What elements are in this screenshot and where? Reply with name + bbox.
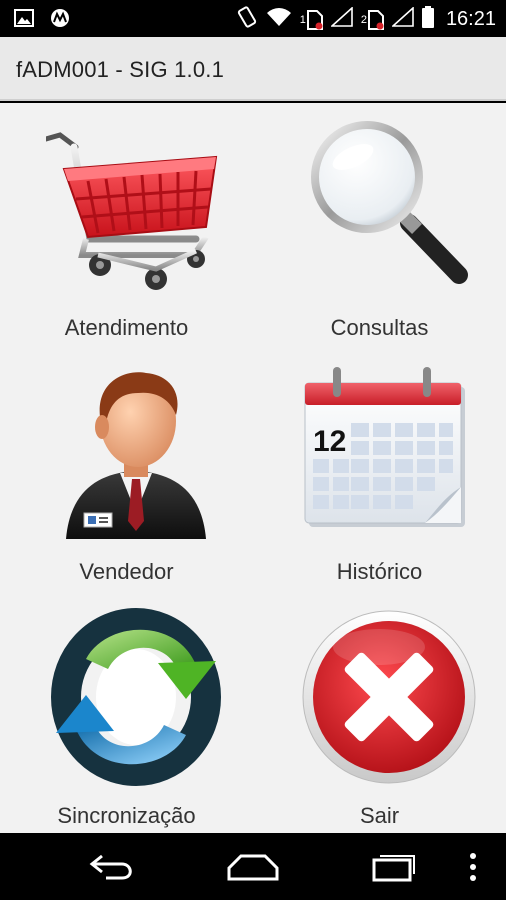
back-button[interactable]	[78, 845, 148, 889]
sim1-indicator: 1	[299, 9, 323, 30]
sync-icon	[46, 607, 226, 787]
clock: 16:21	[445, 8, 496, 30]
menu-label-consultas: Consultas	[330, 315, 429, 340]
menu-label-vendedor: Vendedor	[79, 559, 174, 584]
menu-item-atendimento[interactable]: Atendimento	[0, 103, 253, 347]
navigation-bar	[0, 833, 506, 900]
recent-apps-icon	[372, 855, 415, 882]
wifi-icon	[266, 7, 292, 32]
recent-apps-button[interactable]	[358, 845, 428, 889]
sim2-number: 2	[360, 13, 367, 26]
menu-label-atendimento: Atendimento	[64, 315, 189, 340]
menu-item-consultas[interactable]: Consultas	[253, 103, 506, 347]
image-notification-icon	[14, 9, 34, 32]
motorola-icon	[50, 8, 70, 33]
salesman-icon	[46, 363, 226, 543]
sim-icon	[306, 9, 323, 30]
menu-item-sincronizacao[interactable]: Sincronização	[0, 591, 253, 833]
menu-item-sair[interactable]: Sair	[253, 591, 506, 833]
back-icon	[89, 854, 132, 880]
sim1-number: 1	[299, 13, 306, 26]
rotate-icon	[236, 6, 258, 33]
menu-grid: Atendimento Consultas Vendedor 12 Histór…	[0, 103, 506, 833]
signal-icon	[329, 6, 353, 32]
menu-label-sincronizacao: Sincronização	[57, 803, 196, 828]
shopping-cart-icon	[43, 119, 226, 299]
battery-icon	[421, 6, 434, 33]
menu-item-historico[interactable]: 12 Histórico	[253, 347, 506, 591]
overflow-menu-icon	[470, 853, 476, 881]
calendar-day-number: 12	[313, 425, 346, 458]
sim-icon	[367, 9, 384, 30]
home-button[interactable]	[218, 845, 288, 889]
sim2-indicator: 2	[360, 9, 384, 30]
home-icon	[227, 854, 279, 881]
action-bar: fADM001 - SIG 1.0.1	[0, 37, 506, 101]
signal-icon	[390, 6, 414, 32]
overflow-menu-button[interactable]	[448, 845, 498, 889]
close-icon	[299, 607, 479, 787]
app-title: fADM001 - SIG 1.0.1	[16, 57, 224, 82]
status-bar: 1 2 16:21	[0, 0, 506, 37]
menu-label-historico: Histórico	[336, 559, 423, 584]
calendar-icon: 12	[299, 363, 479, 543]
magnifier-icon	[299, 119, 479, 299]
menu-label-sair: Sair	[359, 803, 400, 828]
menu-item-vendedor[interactable]: Vendedor	[0, 347, 253, 591]
